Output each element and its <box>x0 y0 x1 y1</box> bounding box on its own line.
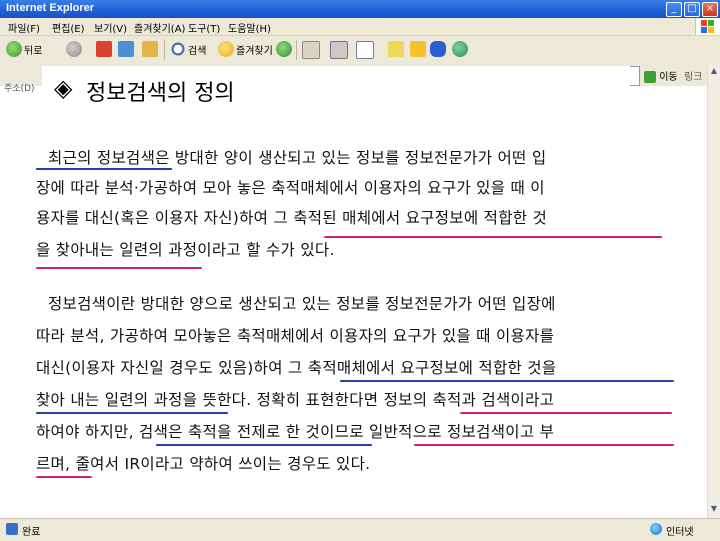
scroll-down-icon[interactable]: ▼ <box>709 504 719 514</box>
users-icon <box>452 41 468 57</box>
underline-highlight <box>36 168 172 170</box>
underline-highlight <box>36 412 228 414</box>
print-button[interactable] <box>330 41 348 59</box>
maximize-button[interactable]: □ <box>684 2 700 17</box>
scroll-up-icon[interactable]: ▲ <box>709 66 719 76</box>
forward-button[interactable] <box>66 41 82 59</box>
search-button[interactable]: 검색 <box>170 41 206 59</box>
text-line: 대신(이용자 자신일 경우도 있음)하여 그 축적매체에서 요구정보에 적합한 … <box>36 359 557 377</box>
menu-help[interactable]: 도움말(H) <box>228 20 271 35</box>
print-icon <box>330 41 348 59</box>
favorites-button[interactable]: 즐겨찾기 <box>218 41 273 59</box>
go-button[interactable]: 이동 <box>644 68 678 83</box>
search-icon <box>170 41 186 57</box>
mail-button[interactable] <box>302 41 320 59</box>
underline-highlight <box>156 444 372 446</box>
folder-icon <box>388 41 404 57</box>
back-arrow-icon <box>6 41 22 57</box>
slide-title-box: ◈ 정보검색의 정의 <box>42 66 630 112</box>
edit-button[interactable] <box>356 41 374 59</box>
history-icon <box>276 41 292 57</box>
bluetooth-icon <box>430 41 446 57</box>
window-title: Internet Explorer <box>6 2 95 14</box>
diamond-bullet-icon: ◈ <box>54 74 73 102</box>
status-bar: 완료 인터넷 <box>0 518 720 541</box>
close-button[interactable]: × <box>702 2 718 17</box>
discuss-button[interactable] <box>388 41 404 59</box>
text-line: 을 찾아내는 일련의 과정이라고 할 수가 있다. <box>36 241 335 259</box>
home-button[interactable] <box>142 41 158 59</box>
title-bar: Internet Explorer _ □ × <box>0 0 720 18</box>
paragraph-1: 최근의 정보검색은 방대한 양이 생산되고 있는 정보를 정보전문가가 어떤 입… <box>36 146 676 276</box>
history-button[interactable] <box>276 41 292 59</box>
paragraph-2: 정보검색이란 방대한 양으로 생산되고 있는 정보를 정보전문가가 어떤 입장에… <box>36 292 676 492</box>
bluetooth-button[interactable] <box>430 41 446 59</box>
forward-arrow-icon <box>66 41 82 57</box>
minimize-button[interactable]: _ <box>666 2 682 17</box>
messenger-button[interactable] <box>410 41 426 59</box>
toolbar: 뒤로 검색 즐겨찾기 <box>0 36 720 65</box>
windows-logo-icon <box>695 18 720 35</box>
page-title: 정보검색의 정의 <box>86 81 235 106</box>
text-line: 따라 분석, 가공하여 모아놓은 축적매체에서 이용자의 요구가 있을 때 이용… <box>36 327 555 345</box>
refresh-icon <box>118 41 134 57</box>
underline-highlight <box>324 236 662 238</box>
links-button[interactable]: 링크 <box>684 68 702 83</box>
refresh-button[interactable] <box>118 41 134 59</box>
text-line: 최근의 정보검색은 방대한 양이 생산되고 있는 정보를 정보전문가가 어떤 입 <box>48 149 547 167</box>
menu-favorites[interactable]: 즐겨찾기(A) <box>134 20 185 35</box>
mail-icon <box>302 41 320 59</box>
underline-highlight <box>414 444 674 446</box>
underline-highlight <box>460 412 672 414</box>
note-icon <box>410 41 426 57</box>
page-icon <box>6 523 18 535</box>
toolbar-separator <box>296 40 297 60</box>
document-icon <box>356 41 374 59</box>
stop-button[interactable] <box>96 41 112 59</box>
text-line: 용자를 대신(혹은 이용자 자신)하여 그 축적된 매체에서 요구정보에 적합한… <box>36 209 548 227</box>
text-line: 하여야 하지만, 검색은 축적을 전제로 한 것이므로 일반적으로 정보검색이고… <box>36 423 555 441</box>
text-line: 장에 따라 분석·가공하여 모아 놓은 축적매체에서 이용자의 요구가 있을 때… <box>36 179 545 197</box>
go-arrow-icon <box>644 71 656 83</box>
security-zone: 인터넷 <box>666 527 694 538</box>
underline-highlight <box>36 267 202 269</box>
users-button[interactable] <box>452 41 468 59</box>
underline-highlight <box>340 380 674 382</box>
star-icon <box>218 41 234 57</box>
globe-icon <box>650 523 662 535</box>
menu-file[interactable]: 파일(F) <box>8 20 40 35</box>
address-label: 주소(D) <box>4 84 35 94</box>
text-line: 정보검색이란 방대한 양으로 생산되고 있는 정보를 정보전문가가 어떤 입장에 <box>48 295 556 313</box>
content-area: 최근의 정보검색은 방대한 양이 생산되고 있는 정보를 정보전문가가 어떤 입… <box>0 112 708 518</box>
menu-edit[interactable]: 편집(E) <box>52 20 85 35</box>
vertical-scrollbar[interactable]: ▲ ▼ <box>707 64 720 518</box>
underline-highlight <box>36 476 92 478</box>
menu-view[interactable]: 보기(V) <box>94 20 127 35</box>
back-button[interactable]: 뒤로 <box>6 41 42 59</box>
menu-tools[interactable]: 도구(T) <box>188 20 220 35</box>
toolbar-separator <box>164 40 165 60</box>
status-text: 완료 <box>22 527 41 538</box>
menu-bar: 파일(F) 편집(E) 보기(V) 즐겨찾기(A) 도구(T) 도움말(H) <box>0 18 720 36</box>
home-icon <box>142 41 158 57</box>
text-line: 찾아 내는 일련의 과정을 뜻한다. 정확히 표현한다면 정보의 축적과 검색이… <box>36 391 555 409</box>
text-line: 르며, 줄여서 IR이라고 약하여 쓰이는 경우도 있다. <box>36 455 371 473</box>
stop-icon <box>96 41 112 57</box>
